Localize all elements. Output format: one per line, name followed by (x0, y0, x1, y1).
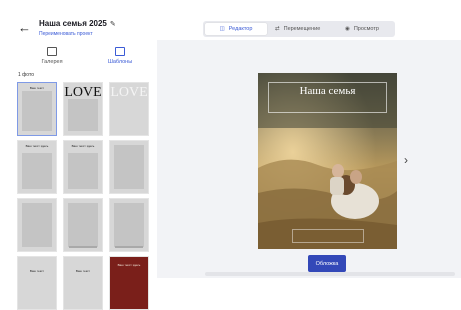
photo-placeholder (114, 145, 144, 189)
template-thumb[interactable]: Ваш текст (17, 82, 57, 136)
template-thumb[interactable]: LOVE (63, 82, 103, 136)
template-thumb[interactable]: Ваш текст здесь (17, 140, 57, 194)
template-thumb[interactable]: Ваш текст здесь (109, 256, 149, 310)
editor-icon: ◫ (219, 26, 225, 32)
cover-page[interactable]: Наша семья (258, 73, 397, 249)
rename-project-link[interactable]: Переименовать проект (39, 31, 93, 37)
templates-icon (115, 47, 125, 56)
cover-caption-frame[interactable] (292, 229, 364, 243)
panel-tabs: Галерея Шаблоны (0, 47, 157, 69)
template-thumb[interactable] (17, 198, 57, 252)
tab-preview[interactable]: ◉ Просмотр (345, 23, 379, 35)
top-bar: ← Наша семья 2025 ✎ Переименовать проект … (0, 0, 461, 40)
tab-gallery[interactable]: Галерея (17, 47, 87, 65)
template-thumb[interactable] (109, 140, 149, 194)
horizontal-scrollbar[interactable] (205, 272, 455, 276)
template-thumb[interactable]: Ваш текст (63, 256, 103, 310)
tab-templates[interactable]: Шаблоны (85, 47, 155, 65)
photo-count: 1 фото (18, 72, 34, 78)
photo-placeholder (68, 153, 98, 189)
mode-switcher: ◫ Редактор ⇄ Перемещение ◉ Просмотр (203, 21, 395, 37)
photo-placeholder (68, 203, 98, 247)
photo-placeholder (22, 203, 52, 247)
tab-move[interactable]: ⇄ Перемещение (275, 23, 320, 35)
cover-heading[interactable]: Наша семья (258, 85, 397, 97)
arrow-left-icon[interactable]: ← (18, 21, 31, 34)
tab-editor[interactable]: ◫ Редактор (205, 23, 267, 35)
caption-bar (115, 246, 143, 248)
left-panel: Галерея Шаблоны 1 фото Ваш текст LOVE LO… (0, 40, 157, 310)
pencil-icon[interactable]: ✎ (110, 21, 116, 28)
chevron-right-icon[interactable]: › (404, 153, 408, 167)
caption-bar (69, 246, 97, 248)
move-icon: ⇄ (275, 26, 280, 32)
eye-icon: ◉ (345, 26, 350, 32)
photo-placeholder (114, 203, 144, 247)
photo-placeholder (22, 153, 52, 189)
gallery-icon (47, 47, 57, 56)
photo-placeholder (22, 91, 52, 131)
template-thumb[interactable] (63, 198, 103, 252)
template-thumb[interactable]: LOVE (109, 82, 149, 136)
template-thumb[interactable]: Ваш текст здесь (63, 140, 103, 194)
project-title[interactable]: Наша семья 2025 ✎ (39, 19, 116, 28)
photo-placeholder (68, 99, 98, 131)
template-thumb[interactable]: Ваш текст (17, 256, 57, 310)
template-thumb[interactable] (109, 198, 149, 252)
cover-button[interactable]: Обложка (308, 255, 346, 272)
